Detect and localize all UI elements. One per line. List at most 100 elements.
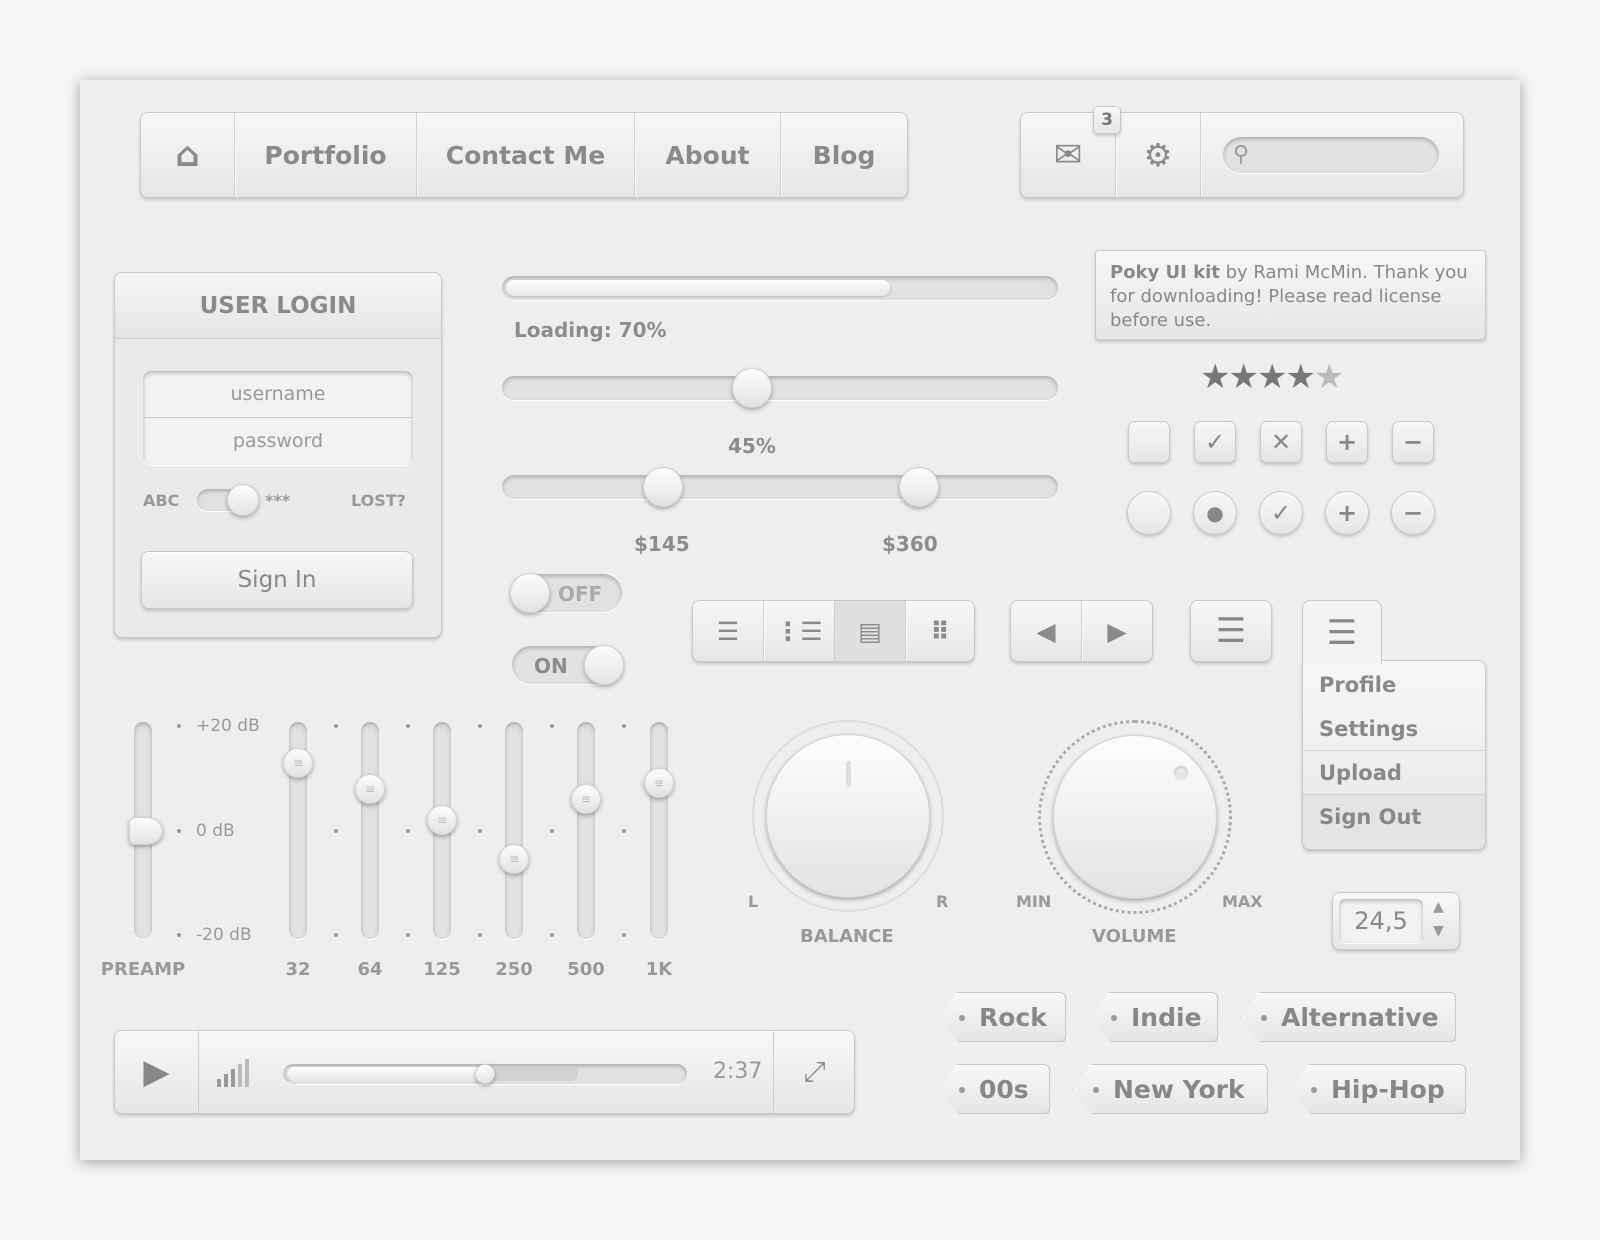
eq-tick-dot [177,724,181,728]
nav-about[interactable]: About [635,113,781,197]
tag-hole-icon [1311,1087,1317,1093]
stepper-down-icon[interactable]: ▼ [1433,923,1444,939]
nav-portfolio[interactable]: Portfolio [235,113,417,197]
star-icon[interactable]: ★ [1314,357,1345,397]
playhead[interactable] [475,1064,495,1084]
eq-slider-250[interactable] [505,722,523,939]
tag-label: New York [1113,1074,1245,1104]
range-low-handle[interactable] [643,467,684,507]
media-player: ▶ 2:37 ⤢ [114,1030,855,1114]
eq-scale-label: +20 dB [196,716,260,736]
percent-slider[interactable] [502,368,1058,408]
play-button[interactable]: ▶ [115,1031,199,1113]
volume-min-label: MIN [1016,892,1052,911]
checkbox-check[interactable]: ✓ [1194,421,1236,463]
track-time: 2:37 [713,1059,763,1084]
star-icon[interactable]: ★ [1200,357,1231,397]
range-high-handle[interactable] [899,467,939,507]
volume-knob[interactable] [1038,720,1232,914]
tag-00s[interactable]: 00s [938,1064,1050,1114]
star-rating[interactable]: ★★★★★ [1200,357,1345,397]
track-progress[interactable] [283,1064,687,1084]
toggle-on[interactable]: ON [512,645,624,685]
arrow-right-icon: ▶ [1107,616,1127,646]
star-icon[interactable]: ★ [1257,357,1288,397]
grid-icon: ⠿ [930,616,950,646]
nav-blog[interactable]: Blog [781,113,907,197]
balance-right-label: R [936,892,949,911]
nav-home[interactable]: ⌂ [141,113,235,197]
show-password-toggle[interactable] [197,484,259,516]
eq-band-label: PREAMP [100,959,186,980]
menu-item-sign-out[interactable]: Sign Out [1303,795,1485,839]
eq-tick-dot [406,828,410,833]
tag-alternative[interactable]: Alternative [1240,992,1456,1042]
eq-slider-64[interactable] [361,722,379,939]
eq-handle-500[interactable]: ≡ [571,784,601,815]
radio-dot[interactable]: ● [1193,491,1237,535]
signal-icon[interactable] [217,1057,249,1087]
mail-icon: ✉ [1053,135,1083,175]
star-icon[interactable]: ★ [1285,357,1316,397]
stepper-up-icon[interactable]: ▲ [1433,899,1444,915]
grid-view-button[interactable]: ⠿ [906,601,974,661]
eq-handle-32[interactable]: ≡ [283,747,313,778]
prev-button[interactable]: ◀ [1011,601,1082,661]
tag-new-york[interactable]: New York [1072,1064,1268,1114]
menu-item-upload[interactable]: Upload [1303,751,1485,795]
sign-in-button[interactable]: Sign In [141,551,413,609]
checkbox-x[interactable]: ✕ [1260,421,1302,463]
menu-item-settings[interactable]: Settings [1303,707,1485,751]
settings-button[interactable]: ⚙ [1116,113,1201,197]
toggle-off[interactable]: OFF [510,573,622,613]
password-field[interactable]: password [143,418,413,465]
toggle-abc-label: ABC [143,491,180,510]
menu-item-profile[interactable]: Profile [1303,663,1485,707]
tag-hip-hop[interactable]: Hip-Hop [1290,1064,1466,1114]
star-icon[interactable]: ★ [1228,357,1259,397]
radio-minus[interactable]: − [1391,491,1435,535]
balance-knob[interactable] [752,720,944,912]
eq-tick-dot [478,724,482,728]
eq-tick-dot [334,933,338,937]
bullet-view-button[interactable]: ⋮☰ [764,601,835,661]
checkbox-minus[interactable]: − [1392,421,1434,463]
tag-label: Indie [1131,1002,1202,1032]
detail-view-button[interactable]: ▤ [835,601,906,661]
tag-rock[interactable]: Rock [938,992,1066,1042]
checkbox-plus[interactable]: + [1326,421,1368,463]
eq-tick-dot [550,724,554,728]
tag-label: Hip-Hop [1331,1074,1445,1104]
checkbox-empty[interactable] [1128,421,1170,463]
tag-indie[interactable]: Indie [1090,992,1218,1042]
username-field[interactable]: username [143,371,413,418]
radio-plus[interactable]: + [1325,491,1369,535]
nav-contact[interactable]: Contact Me [417,113,635,197]
radio-check[interactable]: ✓ [1259,491,1303,535]
eq-slider-1K[interactable] [650,722,668,939]
slider-handle[interactable] [732,368,773,408]
range-low-label: $145 [634,532,690,556]
lost-password-link[interactable]: LOST? [351,491,406,510]
tooltip: Poky UI kit by Rami McMin. Thank you for… [1095,250,1486,340]
volume-max-label: MAX [1222,892,1263,911]
list-view-button[interactable]: ☰ [693,601,764,661]
dropdown-toggle[interactable]: ☰ [1302,600,1382,664]
eq-scale-label: -20 dB [196,925,252,945]
fullscreen-button[interactable]: ⤢ [773,1031,855,1113]
eq-handle-64[interactable]: ≡ [355,773,385,804]
eq-handle-PREAMP[interactable] [129,816,163,845]
radio-empty[interactable] [1127,491,1171,535]
tag-label: 00s [979,1074,1029,1104]
menu-button[interactable]: ☰ [1190,600,1272,662]
view-switcher: ☰ ⋮☰ ▤ ⠿ [692,600,975,662]
eq-tick-dot [622,724,626,728]
eq-handle-125[interactable]: ≡ [427,805,457,836]
stepper-value[interactable]: 24,5 [1339,899,1423,943]
next-button[interactable]: ▶ [1082,601,1152,661]
number-stepper[interactable]: 24,5 ▲ ▼ [1332,892,1460,950]
search-input[interactable]: ⚲ [1223,137,1439,173]
eq-slider-500[interactable] [577,722,595,939]
main-nav: ⌂ Portfolio Contact Me About Blog [140,112,908,198]
price-range-slider[interactable] [502,467,1058,507]
